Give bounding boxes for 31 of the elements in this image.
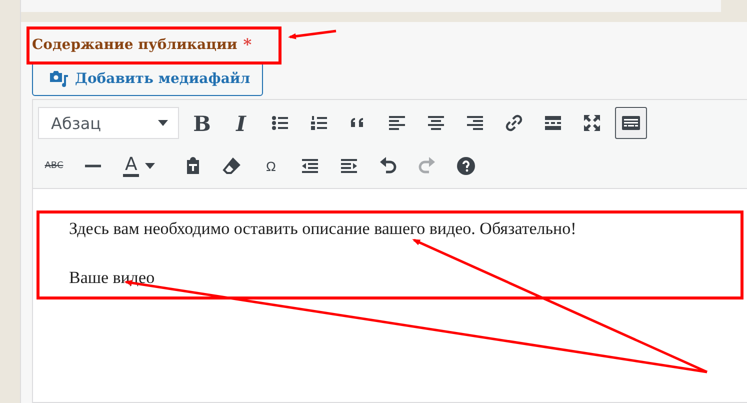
align-left-icon <box>387 113 407 133</box>
align-right-icon <box>465 113 485 133</box>
annotation-arrow <box>288 30 336 40</box>
toolbar-button[interactable]: I <box>225 107 257 139</box>
media-icon <box>49 69 69 89</box>
add-media-button[interactable]: Добавить медиафайл <box>32 62 264 96</box>
outdent-icon <box>300 156 320 176</box>
align-center-icon <box>426 113 446 133</box>
fullscreen-icon <box>582 113 602 133</box>
required-mark: * <box>243 34 252 56</box>
field-label: Содержание публикации <box>32 36 238 55</box>
text-color-button[interactable]: A <box>116 150 170 182</box>
link-icon <box>504 113 524 133</box>
indent-icon <box>339 156 359 176</box>
paragraph: Здесь вам необходимо оставить описание вашего видео. Обязательно! <box>69 218 578 240</box>
help-icon <box>456 156 476 176</box>
toolbar-button[interactable]: B <box>186 107 218 139</box>
caret-icon <box>158 120 168 126</box>
eraser-icon <box>222 156 242 176</box>
read-more-icon <box>543 113 563 133</box>
undo-icon <box>378 156 398 176</box>
horizontal-line-icon <box>85 164 101 168</box>
format-dropdown[interactable]: Абзац <box>38 107 179 139</box>
redo-icon <box>417 156 437 176</box>
numbered-list-icon <box>309 113 329 133</box>
toolbar-button[interactable]: ABC <box>38 150 70 182</box>
keyboard-icon <box>621 113 641 133</box>
toolbar-button[interactable] <box>615 107 647 139</box>
toolbar-button[interactable]: Ω <box>255 150 287 182</box>
bullet-list-icon <box>270 113 290 133</box>
caret-icon <box>145 163 156 169</box>
